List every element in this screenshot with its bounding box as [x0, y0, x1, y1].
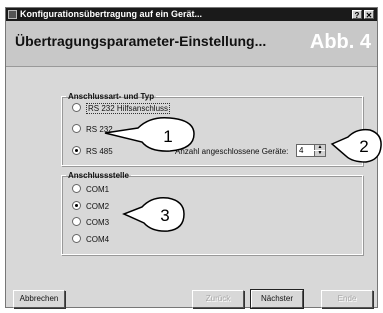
callout-two-arrow: 2 — [330, 128, 382, 163]
callout-three-label: 3 — [160, 206, 169, 225]
callout-one-arrow: 1 — [104, 116, 195, 152]
callout-three-arrow: 3 — [122, 196, 185, 232]
callout-one-label: 1 — [163, 127, 172, 146]
callout-two-label: 2 — [359, 137, 368, 156]
callout-overlay: 1 2 3 — [104, 116, 382, 232]
